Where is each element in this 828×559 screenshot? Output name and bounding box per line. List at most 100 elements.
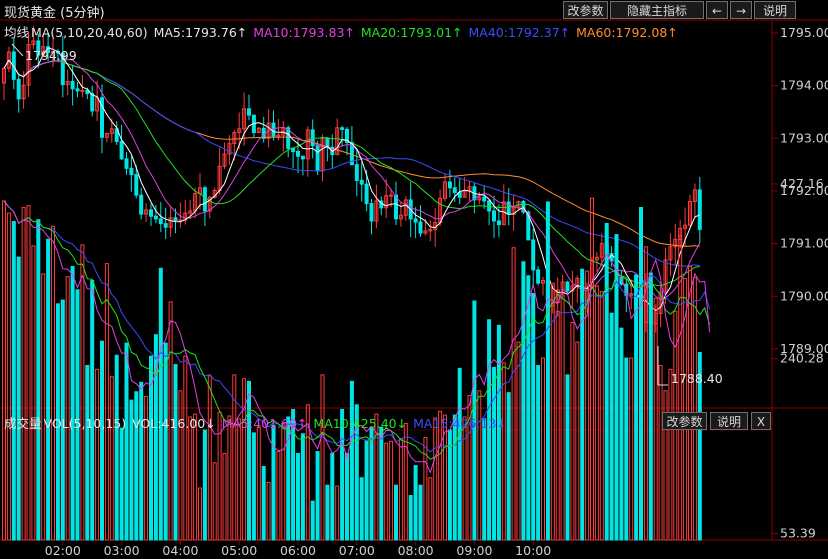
time-tick-label: 09:00 [456,543,492,558]
volume-bar [173,364,178,541]
volume-bar [359,477,364,541]
volume-bar [256,426,261,541]
candle-body [300,155,305,160]
volume-bar [536,365,541,541]
volume-bar [271,424,276,541]
volume-bar [330,452,335,541]
help-button[interactable]: 说明 [754,1,796,19]
volume-bar [408,495,413,541]
volume-bar [364,439,369,541]
volume-bar [198,487,202,541]
candle-body [492,210,496,222]
candle-body [482,196,487,202]
candle-body [163,223,168,228]
candle-body [418,221,423,234]
volume-bar [482,418,487,541]
volume-bar [85,365,90,541]
volume-tick-label: 427.16 [780,176,824,191]
price-candles [2,25,702,337]
volume-bar [639,207,643,541]
volume-bar [51,225,55,541]
candle-body [80,89,85,92]
candle-body [178,219,183,222]
ma-legend: 均线 MA(5,10,20,40,60) MA5:1793.76↑ MA10:1793… [4,22,684,41]
volume-bar [227,415,232,541]
volume-bar [423,437,428,541]
candle-body [389,194,394,197]
params-button[interactable]: 改参数 [563,1,608,19]
time-tick-label: 10:00 [515,543,551,558]
volume-bar [634,274,639,541]
volume-tick-label: 53.39 [780,525,816,540]
volume-bar [604,222,609,541]
candle-body [369,203,374,222]
volume-bar [511,247,516,541]
volume-bar [658,365,663,541]
vol-ma10-readout: MA10:425.40↓ [313,416,408,431]
volume-bar [345,452,349,541]
volume-name: 成交量 [4,416,42,431]
candle-body [506,201,511,215]
ma-indicator-name: 均线 [4,25,30,40]
volume-bar [193,413,198,541]
ma20-readout: MA20:1793.01↑ [360,25,463,40]
volume-bar [379,426,384,541]
vol-ma5-readout: MA5:401.60↑ [221,416,308,431]
volume-bar [570,322,575,541]
volume-bar [11,221,16,541]
volume-bar [413,465,418,541]
volume-bar [521,261,526,541]
volume-close-button[interactable]: X [751,412,771,430]
volume-bar [21,207,26,541]
candle-body [158,218,163,225]
price-tick-label: 1795.00 [780,25,828,40]
volume-bar [688,265,692,541]
volume-bar [594,285,599,541]
volume-bar [31,245,36,541]
ma-indicator-params: MA(5,10,20,40,60) [31,25,148,40]
volume-tick-label: 240.28 [780,351,824,366]
volume-params-button[interactable]: 改参数 [662,412,707,430]
candle-body [340,127,345,130]
volume-bar [242,378,247,541]
volume-bar [183,355,188,541]
volume-bar [251,432,256,541]
volume-bar [80,244,85,541]
candle-body [359,179,364,185]
volume-bar [335,485,340,541]
candle-body [16,78,21,100]
vol-ma15-readout: MA15:426.13↓ [413,416,507,431]
scroll-right-button[interactable]: → [730,1,752,19]
candle-body [129,167,134,176]
volume-bar [222,452,227,541]
volume-bar [492,366,496,541]
candle-body [139,194,144,215]
candle-body [173,217,178,221]
candle-body [565,281,570,292]
volume-bar [516,341,521,541]
volume-bar [629,357,634,541]
volume-bar [247,380,251,541]
low-annotation: 1788.40 [671,371,723,386]
volume-bar [100,340,104,541]
volume-bar [41,273,46,541]
volume-bar [555,310,560,541]
volume-bar [276,451,281,541]
volume-bar [389,440,394,541]
candle-body [119,140,124,160]
scroll-left-button[interactable]: ← [706,1,728,19]
volume-bar [648,272,653,541]
candle-body [90,93,95,112]
volume-bar [202,429,207,541]
hide-indicator-button[interactable]: 隐藏主指标 [610,1,704,19]
volume-bars [2,197,702,541]
volume-bar [119,427,124,541]
time-tick-label: 03:00 [104,543,140,558]
volume-help-button[interactable]: 说明 [710,412,748,430]
volume-bar [70,265,75,541]
volume-bar [320,374,325,541]
volume-bar [261,466,266,541]
ma5-readout: MA5:1793.76↑ [153,25,248,40]
volume-bar [207,375,212,541]
chart-frame [0,19,828,541]
